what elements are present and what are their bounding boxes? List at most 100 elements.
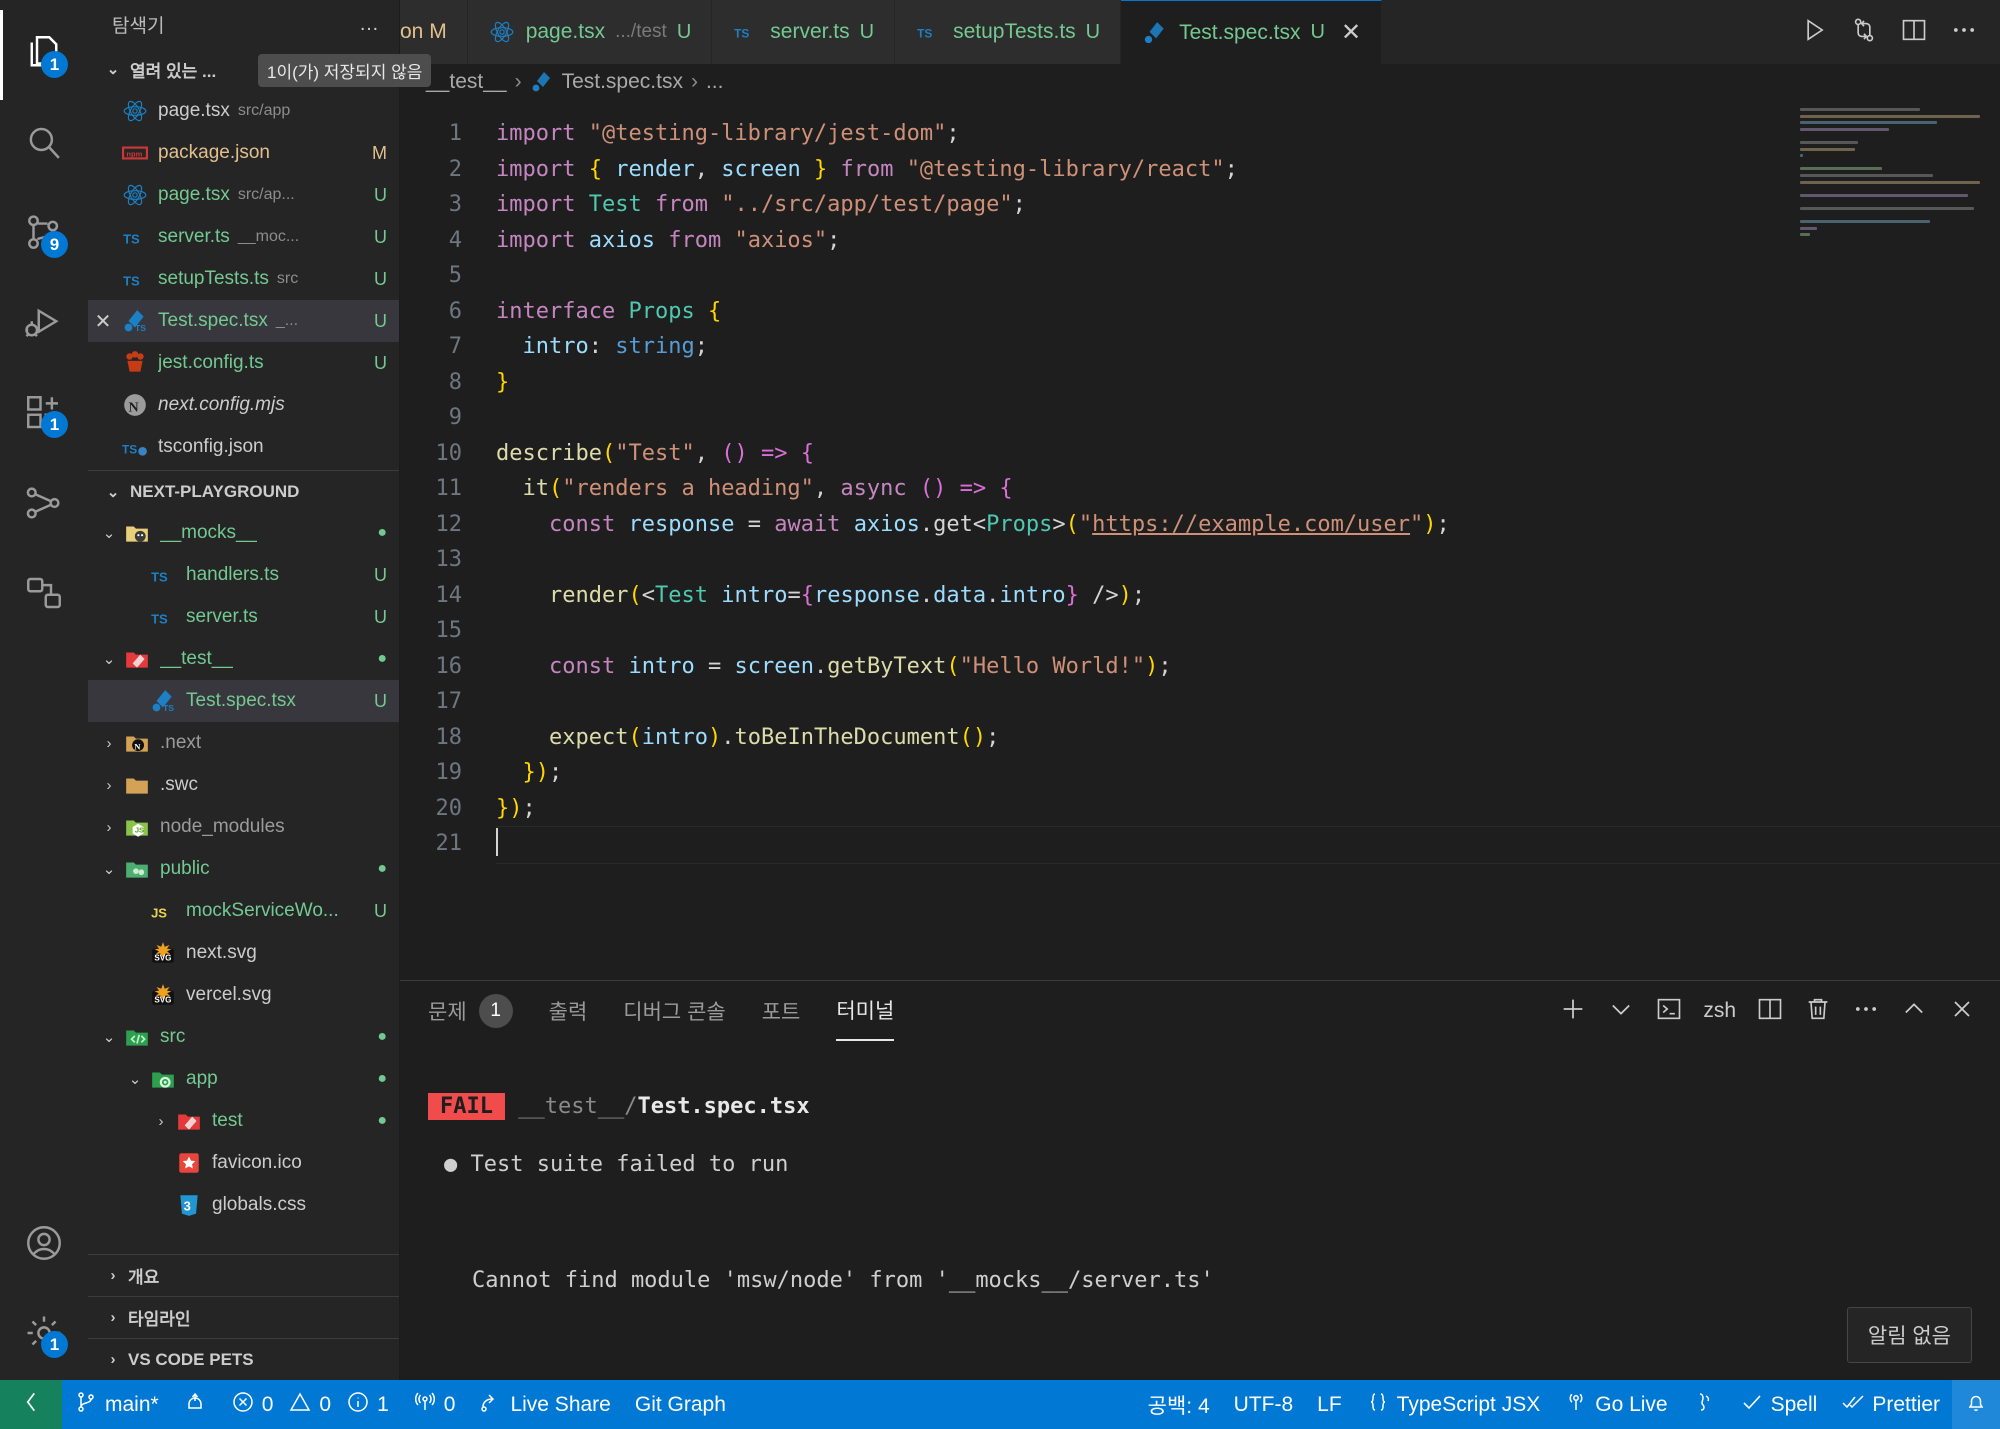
tree-folder[interactable]: ⌄ __test__ ●: [88, 638, 399, 680]
more-icon[interactable]: [1852, 995, 1880, 1028]
vscode-pets-section[interactable]: › VS CODE PETS: [88, 1338, 399, 1380]
explorer-more-icon[interactable]: …: [359, 13, 381, 36]
open-editor-item[interactable]: TS server.ts __moc... U: [88, 216, 399, 258]
close-icon[interactable]: ✕: [88, 309, 118, 334]
tree-folder[interactable]: › JS node_modules: [88, 806, 399, 848]
tab-server-ts[interactable]: TS server.ts U: [712, 0, 896, 64]
status-sync[interactable]: [171, 1380, 219, 1429]
chevron-down-icon[interactable]: ⌄: [98, 1028, 120, 1046]
status-notifications[interactable]: [1952, 1380, 2000, 1429]
breadcrumb-root[interactable]: __test__: [426, 70, 507, 94]
activity-bar-item-manage[interactable]: 1: [0, 1290, 88, 1380]
terminal-shell-icon[interactable]: [1655, 995, 1683, 1028]
code-line[interactable]: interface Props {: [496, 294, 2000, 330]
panel-tab-output[interactable]: 출력: [549, 981, 588, 1041]
open-editor-item[interactable]: TS setupTests.ts src U: [88, 258, 399, 300]
tab-test-spec-tsx[interactable]: Test.spec.tsx U ✕: [1121, 0, 1383, 64]
open-editor-item[interactable]: npm package.json M: [88, 132, 399, 174]
close-icon[interactable]: ✕: [1341, 18, 1361, 47]
chevron-down-icon[interactable]: ⌄: [124, 1070, 146, 1088]
workspace-section-header[interactable]: ⌄ NEXT-PLAYGROUND: [88, 470, 399, 512]
breadcrumb-file[interactable]: Test.spec.tsx: [562, 70, 683, 94]
tab-page-tsx[interactable]: page.tsx .../test U: [467, 0, 713, 64]
tree-folder[interactable]: › test ●: [88, 1100, 399, 1142]
open-editor-item[interactable]: page.tsx src/ap... U: [88, 174, 399, 216]
status-git-graph[interactable]: Git Graph: [623, 1380, 738, 1429]
chevron-right-icon[interactable]: ›: [150, 1113, 172, 1130]
run-icon[interactable]: [1800, 16, 1828, 49]
activity-bar-item-accounts[interactable]: [0, 1200, 88, 1290]
tree-folder[interactable]: › N .next: [88, 722, 399, 764]
tree-folder[interactable]: ⌄ __mocks__ ●: [88, 512, 399, 554]
code-line[interactable]: const response = await axios.get<Props>(…: [496, 507, 2000, 543]
chevron-right-icon[interactable]: ›: [98, 777, 120, 794]
tree-file[interactable]: TS server.ts U: [88, 596, 399, 638]
status-encoding[interactable]: UTF-8: [1222, 1380, 1306, 1429]
status-prettier[interactable]: Prettier: [1829, 1380, 1952, 1429]
tree-file[interactable]: favicon.ico: [88, 1142, 399, 1184]
code-line[interactable]: });: [496, 791, 2000, 827]
tree-folder[interactable]: ⌄ app ●: [88, 1058, 399, 1100]
code-line[interactable]: render(<Test intro={response.data.intro}…: [496, 578, 2000, 614]
tree-folder[interactable]: ⌄ src ●: [88, 1016, 399, 1058]
close-panel-icon[interactable]: [1948, 995, 1976, 1028]
activity-bar-item-testing[interactable]: [0, 550, 88, 640]
outline-section[interactable]: › 개요: [88, 1254, 399, 1296]
open-editors-section-header[interactable]: ⌄ 열려 있는 ... 1이(가) 저장되지 않음: [88, 48, 432, 90]
activity-bar-item-run-and-debug[interactable]: [0, 280, 88, 370]
code-line[interactable]: import Test from "../src/app/test/page";: [496, 187, 2000, 223]
chevron-right-icon[interactable]: ›: [98, 735, 120, 752]
activity-bar-item-extensions[interactable]: 1: [0, 370, 88, 460]
more-icon[interactable]: [1950, 16, 1978, 49]
code-line[interactable]: [496, 400, 2000, 436]
activity-bar-item-remote-explorer[interactable]: [0, 460, 88, 550]
activity-bar-item-search[interactable]: [0, 100, 88, 190]
status-eol[interactable]: LF: [1305, 1380, 1354, 1429]
open-editor-item[interactable]: Nnext.config.mjs: [88, 384, 399, 426]
code-line[interactable]: [496, 826, 2000, 864]
code-content[interactable]: import "@testing-library/jest-dom"; impor…: [472, 100, 2000, 980]
code-line[interactable]: import axios from "axios";: [496, 223, 2000, 259]
status-go-live[interactable]: Go Live: [1552, 1380, 1679, 1429]
tree-file[interactable]: TS Test.spec.tsx U: [88, 680, 399, 722]
chevron-right-icon[interactable]: ›: [98, 819, 120, 836]
status-live-share[interactable]: Live Share: [467, 1380, 622, 1429]
status-ports[interactable]: 0: [401, 1380, 468, 1429]
notification-status[interactable]: 알림 없음: [1846, 1307, 1972, 1363]
chevron-down-icon[interactable]: [1607, 995, 1635, 1028]
panel-tab-debug-console[interactable]: 디버그 콘솔: [623, 981, 725, 1041]
split-terminal-icon[interactable]: [1756, 995, 1784, 1028]
code-line[interactable]: intro: string;: [496, 329, 2000, 365]
panel-tab-problems[interactable]: 문제 1: [428, 981, 513, 1041]
code-line[interactable]: [496, 684, 2000, 720]
activity-bar-item-explorer[interactable]: 1: [0, 10, 88, 100]
chevron-down-icon[interactable]: ⌄: [98, 860, 120, 878]
open-editor-item[interactable]: jest.config.ts U: [88, 342, 399, 384]
tree-file[interactable]: SVG next.svg: [88, 932, 399, 974]
tab-setup-tests-ts[interactable]: TS setupTests.ts U: [895, 0, 1122, 64]
code-line[interactable]: import { render, screen } from "@testing…: [496, 152, 2000, 188]
timeline-section[interactable]: › 타임라인: [88, 1296, 399, 1338]
open-editor-item[interactable]: page.tsx src/app: [88, 90, 399, 132]
activity-bar-item-source-control[interactable]: 9: [0, 190, 88, 280]
code-line[interactable]: [496, 258, 2000, 294]
code-line[interactable]: [496, 613, 2000, 649]
code-line[interactable]: expect(intro).toBeInTheDocument();: [496, 720, 2000, 756]
panel-tab-terminal[interactable]: 터미널: [836, 981, 895, 1041]
code-line[interactable]: }: [496, 365, 2000, 401]
code-line[interactable]: const intro = screen.getByText("Hello Wo…: [496, 649, 2000, 685]
tree-folder[interactable]: ⌄ public ●: [88, 848, 399, 890]
code-line[interactable]: });: [496, 755, 2000, 791]
code-line[interactable]: describe("Test", () => {: [496, 436, 2000, 472]
code-editor[interactable]: 1 2 3 4 5 6 7 8 9 10 11 12 13 14 15 16 17 18 19 20 21 import…: [400, 100, 2000, 980]
status-spell[interactable]: Spell: [1728, 1380, 1830, 1429]
split-editor-icon[interactable]: [1900, 16, 1928, 49]
tree-folder[interactable]: › .swc: [88, 764, 399, 806]
terminal-output[interactable]: FAIL __test__/Test.spec.tsx ● Test suite…: [400, 1041, 2000, 1380]
tree-file[interactable]: JS mockServiceWo... U: [88, 890, 399, 932]
tree-file[interactable]: SVG vercel.svg: [88, 974, 399, 1016]
code-line[interactable]: it("renders a heading", async () => {: [496, 471, 2000, 507]
new-terminal-icon[interactable]: [1559, 995, 1587, 1028]
panel-tab-ports[interactable]: 포트: [762, 981, 801, 1041]
terminal-shell-label[interactable]: zsh: [1703, 999, 1736, 1023]
